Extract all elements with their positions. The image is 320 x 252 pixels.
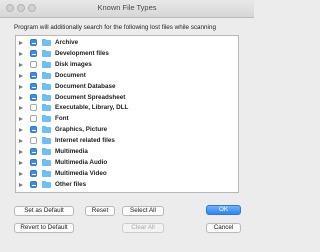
- file-type-row[interactable]: Disk images: [16, 60, 238, 70]
- folder-icon: [42, 82, 51, 90]
- file-type-checkbox[interactable]: [30, 137, 37, 145]
- folder-icon: [42, 60, 51, 68]
- file-type-row[interactable]: Internet related files: [16, 136, 238, 146]
- file-type-label: Graphics, Picture: [55, 126, 108, 134]
- file-type-row[interactable]: Multimedia Video: [16, 169, 238, 179]
- file-type-label: Other files: [55, 180, 87, 188]
- file-type-label: Font: [55, 115, 69, 123]
- folder-icon: [42, 158, 51, 166]
- set-as-default-button[interactable]: Set as Default: [14, 206, 74, 216]
- file-type-row[interactable]: Development files: [16, 49, 238, 59]
- clear-all-button[interactable]: Clear All: [122, 223, 164, 233]
- file-type-label: Multimedia Audio: [55, 158, 108, 166]
- file-type-checkbox[interactable]: [30, 82, 37, 90]
- select-all-button[interactable]: Select All: [122, 206, 164, 216]
- file-type-checkbox[interactable]: [30, 93, 37, 101]
- folder-icon: [42, 104, 51, 112]
- folder-icon: [42, 93, 51, 101]
- folder-icon: [42, 148, 51, 155]
- file-type-checkbox[interactable]: [30, 39, 37, 46]
- file-type-row[interactable]: Font: [16, 114, 238, 124]
- file-type-list[interactable]: Archive Development files Disk images Docum…: [15, 35, 239, 193]
- file-type-label: Executable, Library, DLL: [55, 104, 129, 112]
- folder-icon: [42, 169, 51, 177]
- file-type-row[interactable]: Document Database: [16, 82, 238, 92]
- file-type-label: Document Spreadsheet: [55, 93, 126, 101]
- file-type-checkbox[interactable]: [30, 71, 37, 79]
- revert-to-default-button[interactable]: Revert to Default: [14, 223, 74, 233]
- folder-icon: [42, 115, 51, 123]
- file-type-row[interactable]: Document: [16, 71, 238, 81]
- description-text: Program will additionally search for the…: [14, 24, 216, 31]
- disclosure-triangle-icon[interactable]: [19, 117, 23, 122]
- folder-icon: [42, 180, 51, 188]
- disclosure-triangle-icon[interactable]: [19, 106, 23, 111]
- disclosure-triangle-icon[interactable]: [19, 182, 23, 187]
- cancel-button[interactable]: Cancel: [206, 223, 241, 233]
- dialog-window: Known File Types Program will additional…: [0, 0, 254, 252]
- disclosure-triangle-icon[interactable]: [19, 95, 23, 100]
- file-type-label: Multimedia Video: [55, 169, 107, 177]
- reset-button[interactable]: Reset: [85, 206, 115, 216]
- file-type-checkbox[interactable]: [30, 115, 37, 123]
- disclosure-triangle-icon[interactable]: [19, 150, 23, 154]
- folder-icon: [42, 71, 51, 79]
- ok-button[interactable]: OK: [206, 205, 241, 215]
- file-type-row[interactable]: Graphics, Picture: [16, 125, 238, 135]
- folder-icon: [42, 39, 51, 46]
- file-type-row[interactable]: Other files: [16, 180, 238, 190]
- file-type-checkbox[interactable]: [30, 148, 37, 155]
- file-type-row[interactable]: Document Spreadsheet: [16, 93, 238, 103]
- folder-icon: [42, 49, 51, 57]
- file-type-label: Multimedia: [55, 148, 88, 155]
- file-type-label: Disk images: [55, 60, 92, 68]
- disclosure-triangle-icon[interactable]: [19, 160, 23, 165]
- file-type-checkbox[interactable]: [30, 158, 37, 166]
- file-type-checkbox[interactable]: [30, 60, 37, 68]
- file-type-checkbox[interactable]: [30, 126, 37, 134]
- disclosure-triangle-icon[interactable]: [19, 139, 23, 144]
- disclosure-triangle-icon[interactable]: [19, 62, 23, 67]
- disclosure-triangle-icon[interactable]: [19, 51, 23, 56]
- title-bar[interactable]: Known File Types: [0, 0, 254, 18]
- disclosure-triangle-icon[interactable]: [19, 41, 23, 45]
- file-type-label: Document: [55, 71, 86, 79]
- file-type-row[interactable]: Multimedia: [16, 147, 238, 157]
- disclosure-triangle-icon[interactable]: [19, 84, 23, 89]
- file-type-checkbox[interactable]: [30, 180, 37, 188]
- window-title: Known File Types: [97, 3, 157, 12]
- file-type-checkbox[interactable]: [30, 104, 37, 112]
- file-type-label: Internet related files: [55, 137, 115, 145]
- folder-icon: [42, 126, 51, 134]
- disclosure-triangle-icon[interactable]: [19, 73, 23, 78]
- file-type-row[interactable]: Archive: [16, 38, 238, 48]
- disclosure-triangle-icon[interactable]: [19, 128, 23, 133]
- file-type-row[interactable]: Multimedia Audio: [16, 158, 238, 168]
- file-type-checkbox[interactable]: [30, 169, 37, 177]
- file-type-checkbox[interactable]: [30, 49, 37, 57]
- file-type-label: Archive: [55, 39, 79, 46]
- file-type-row[interactable]: Executable, Library, DLL: [16, 103, 238, 113]
- folder-icon: [42, 137, 51, 145]
- disclosure-triangle-icon[interactable]: [19, 171, 23, 176]
- file-type-label: Development files: [55, 49, 109, 57]
- file-type-label: Document Database: [55, 82, 116, 90]
